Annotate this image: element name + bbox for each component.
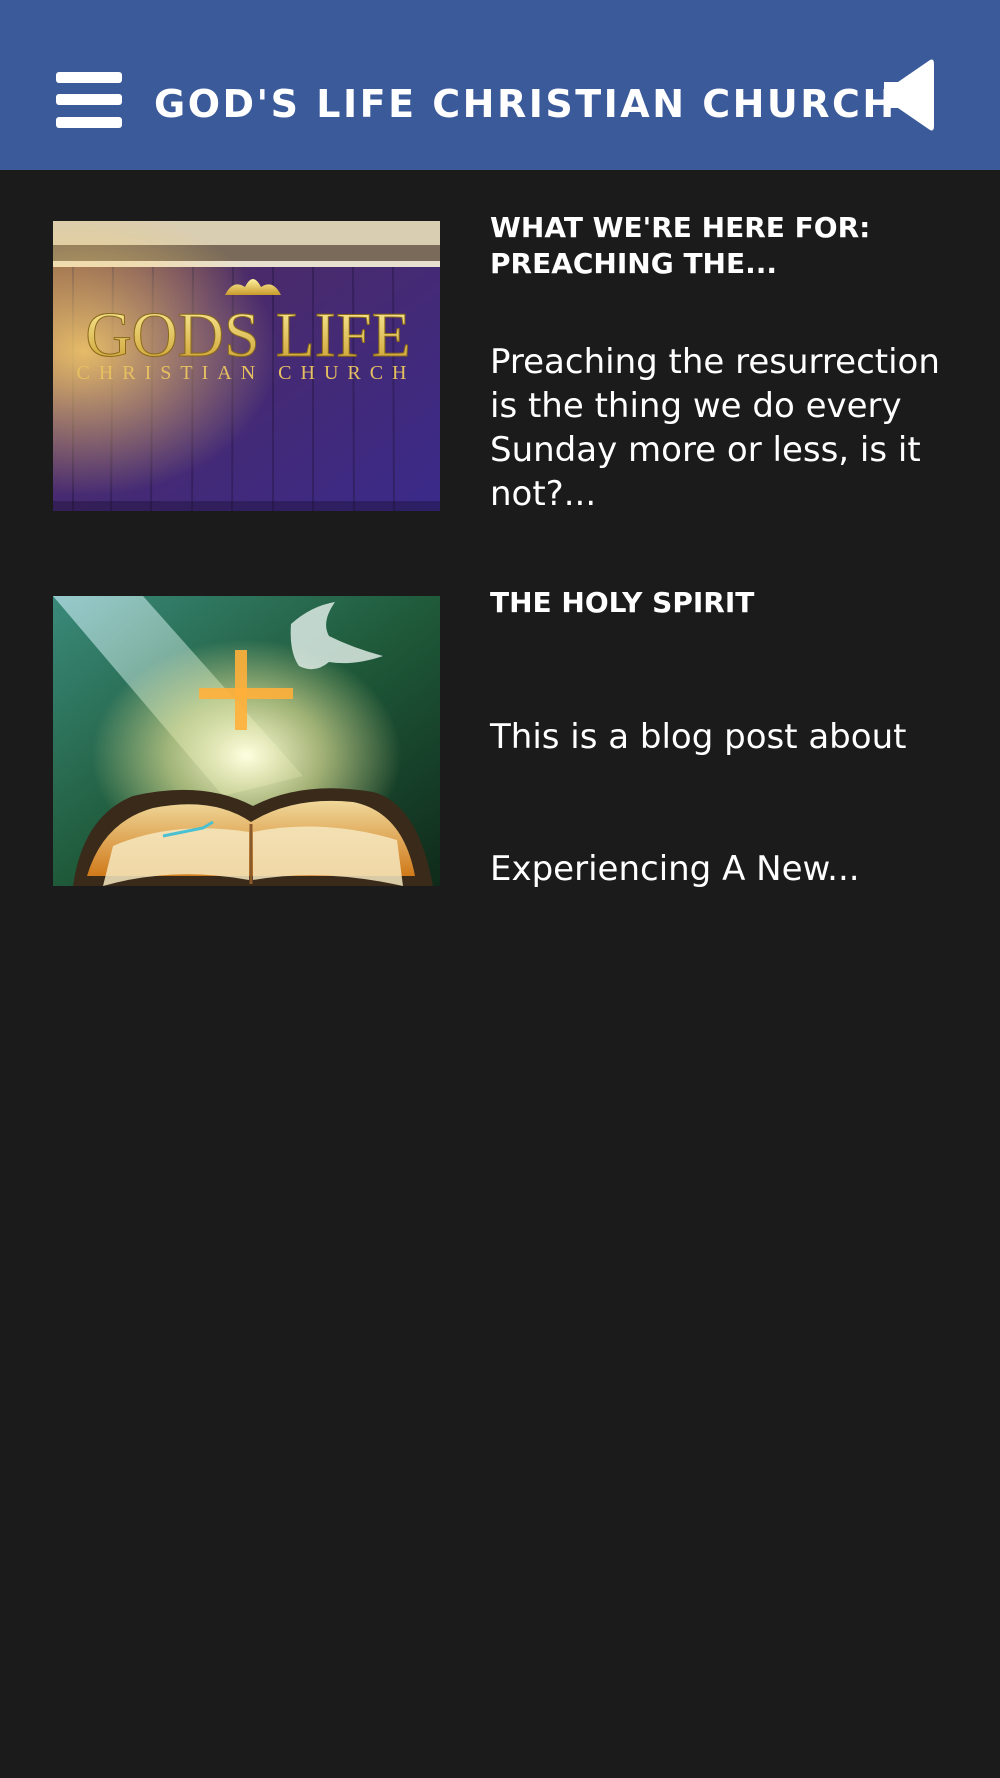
post-excerpt: Preaching the resurrection is the thing … [490,342,940,514]
top-bar: GOD'S LIFE CHRISTIAN CHURCH [0,0,1000,170]
menu-bar-middle [56,94,122,105]
post-thumbnail-church-sign[interactable]: GODS LIFE CHRISTIAN CHURCH [53,221,440,511]
speaker-icon[interactable] [884,58,936,132]
svg-text:CHRISTIAN CHURCH: CHRISTIAN CHURCH [76,362,415,384]
site-title[interactable]: GOD'S LIFE CHRISTIAN CHURCH [154,82,894,126]
post-title[interactable]: WHAT WE'RE HERE FOR: PREACHING THE... [490,210,960,282]
post-excerpt-line: This is a blog post about [490,717,907,757]
menu-bar-top [56,72,122,83]
post-title[interactable]: THE HOLY SPIRIT [490,585,960,621]
menu-bar-bottom [56,117,122,128]
svg-text:GODS LIFE: GODS LIFE [85,299,410,370]
post-thumbnail-bible-dove[interactable] [53,596,440,886]
hamburger-menu-icon[interactable] [56,72,122,128]
post-excerpt-line: Experiencing A New... [490,849,860,889]
